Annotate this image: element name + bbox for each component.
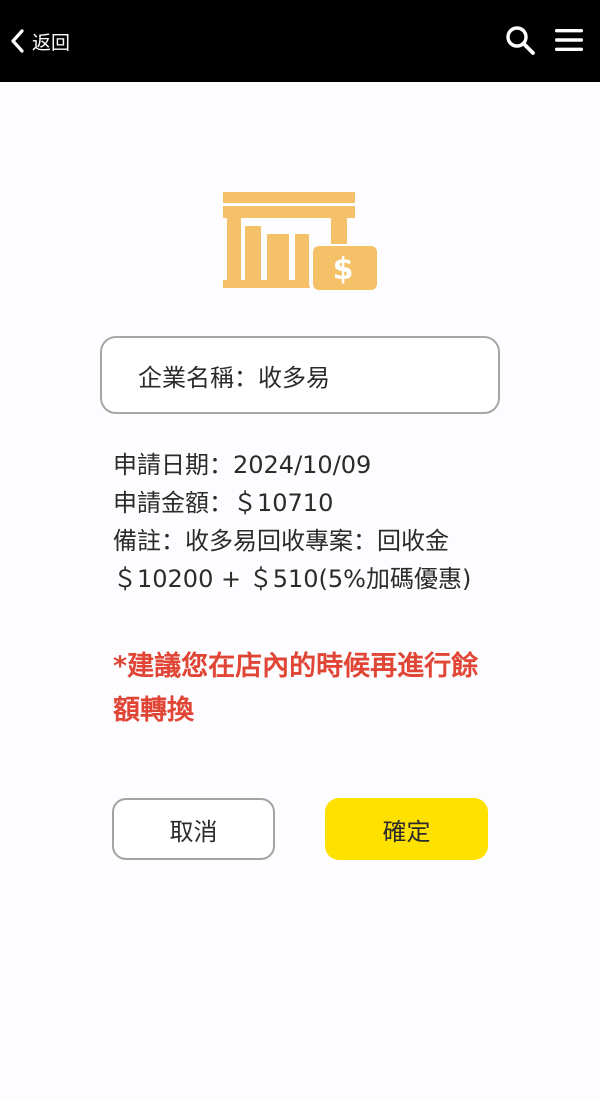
back-button[interactable]: 返回 — [10, 26, 70, 56]
svg-text:$: $ — [333, 252, 354, 287]
confirm-button[interactable]: 確定 — [325, 798, 488, 860]
note-line-2: ＄10200 + ＄510(5%加碼優惠) — [113, 565, 472, 593]
application-details: 申請日期：2024/10/09 申請金額：＄10710 備註：收多易回收專案：回… — [113, 446, 533, 598]
company-name-field: 企業名稱：收多易 — [100, 336, 500, 414]
cancel-button[interactable]: 取消 — [112, 798, 275, 860]
warning-notice: *建議您在店內的時候再進行餘額轉換 — [113, 651, 479, 726]
back-label: 返回 — [32, 31, 71, 54]
top-bar: 返回 — [0, 0, 600, 82]
chevron-left-icon — [11, 29, 24, 53]
note-line-1: 備註：收多易回收專案：回收金 — [113, 527, 449, 555]
application-amount: 申請金額：＄10710 — [113, 489, 334, 517]
application-date: 申請日期：2024/10/09 — [113, 451, 372, 479]
menu-icon[interactable] — [553, 26, 585, 54]
search-icon[interactable] — [504, 24, 536, 56]
store-money-icon: $ — [223, 192, 377, 290]
company-name-text: 企業名稱：收多易 — [138, 363, 330, 392]
